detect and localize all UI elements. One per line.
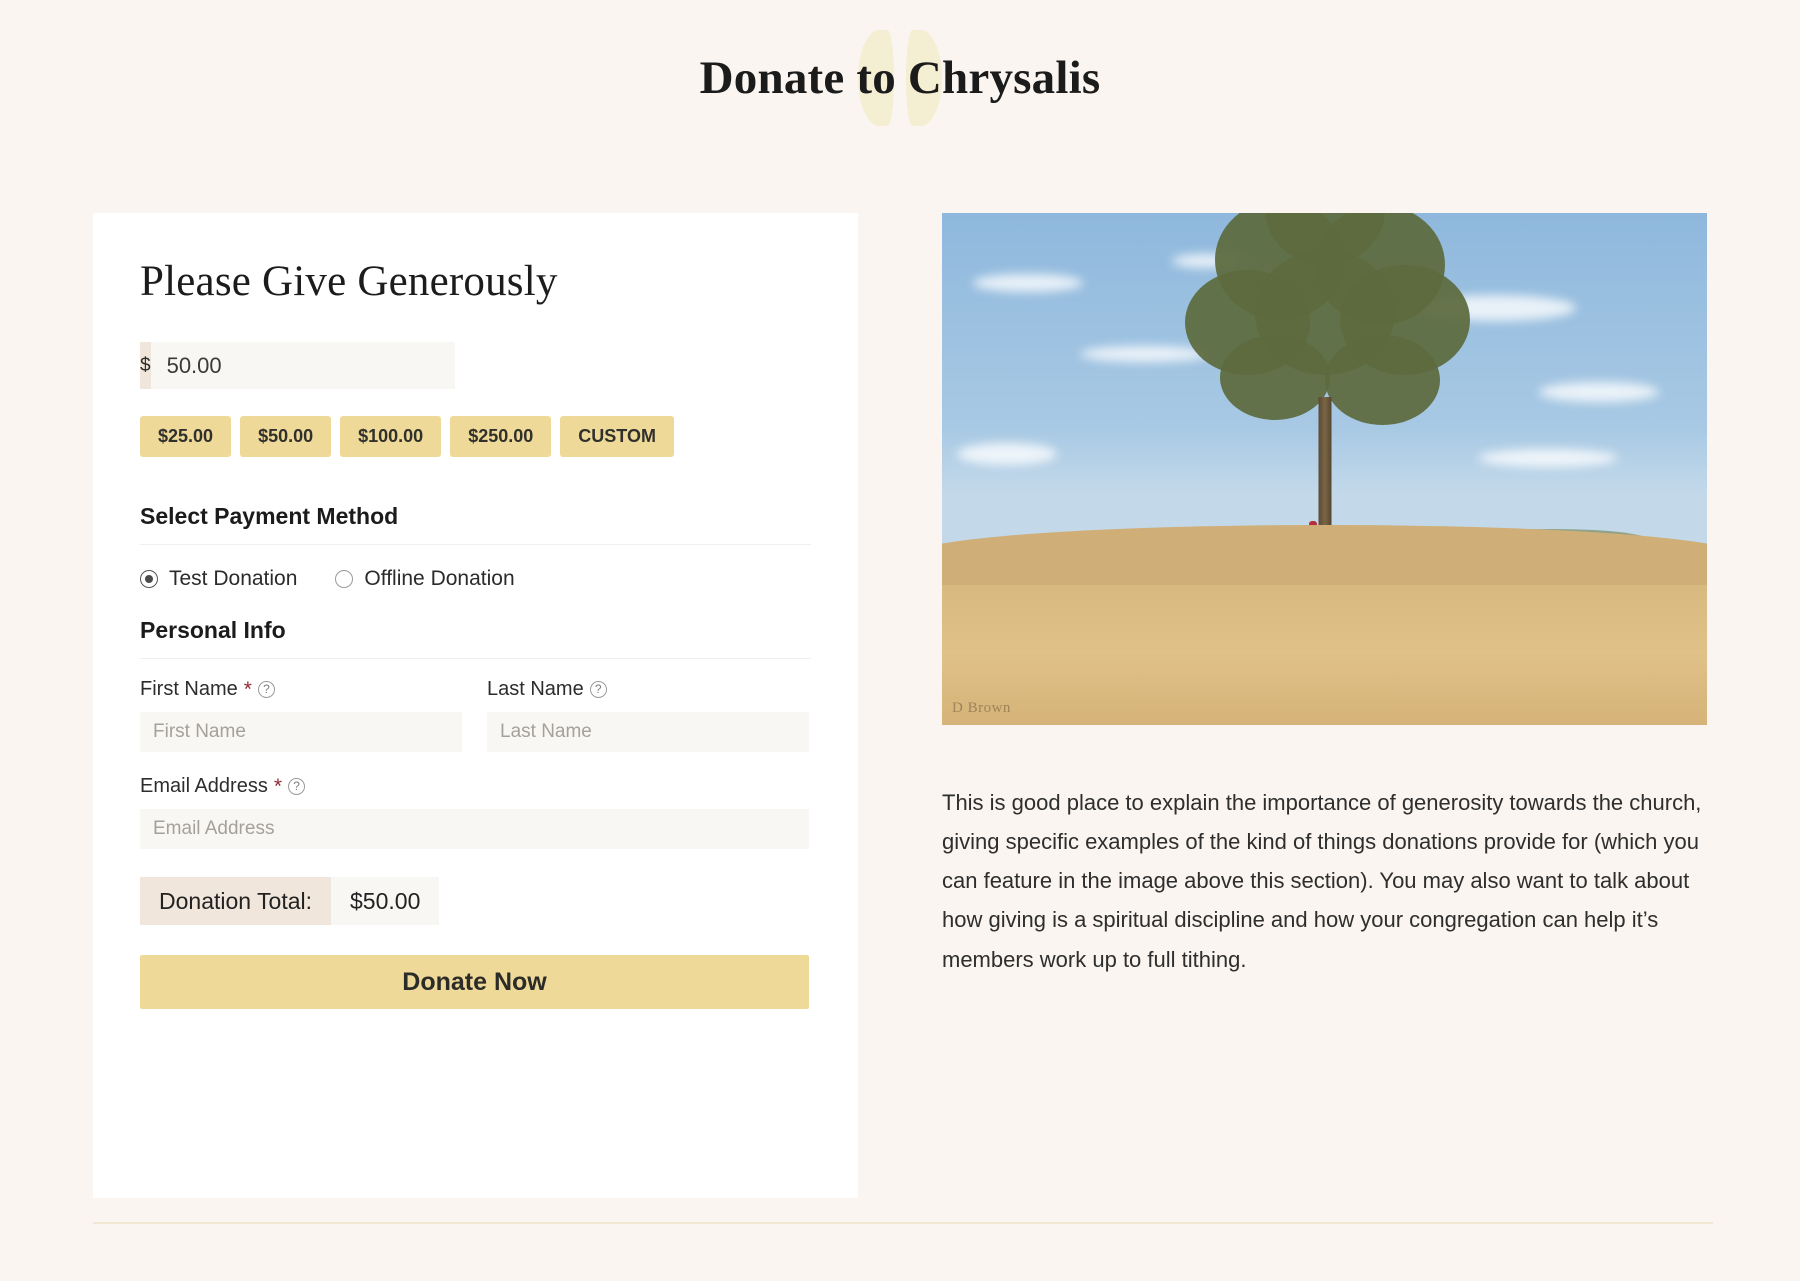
cloud-shape: [957, 443, 1058, 466]
payment-option-offline-donation[interactable]: Offline Donation: [335, 567, 515, 591]
preset-amount-custom[interactable]: CUSTOM: [560, 416, 674, 457]
required-indicator: *: [273, 774, 283, 798]
help-icon-last-name[interactable]: ?: [589, 680, 607, 698]
site-header: Donate to Chrysalis: [0, 0, 1800, 155]
donation-total-row: Donation Total: $50.00: [140, 877, 488, 925]
preset-amount-group: $25.00 $50.00 $100.00 $250.00 CUSTOM: [140, 416, 811, 457]
donation-amount-group: $: [140, 342, 455, 389]
last-name-label: Last Name: [487, 678, 584, 700]
donate-now-button[interactable]: Donate Now: [140, 955, 809, 1009]
radio-icon-offline-donation[interactable]: [335, 570, 354, 588]
last-name-field-group: Last Name ?: [487, 677, 809, 752]
donation-page: Donate to Chrysalis Please Give Generous…: [0, 0, 1800, 1281]
donation-form-card: Please Give Generously $ $25.00 $50.00 $…: [93, 213, 858, 1198]
hero-photo: D Brown: [942, 213, 1707, 725]
donation-total-label: Donation Total:: [140, 877, 332, 925]
payment-option-label: Offline Donation: [364, 567, 515, 590]
cloud-shape: [972, 274, 1083, 293]
email-label-row: Email Address * ?: [140, 774, 809, 798]
leaf-cluster: [1219, 335, 1330, 420]
personal-info-heading: Personal Info: [140, 617, 811, 659]
hero-column: D Brown This is good place to explain th…: [942, 213, 1707, 1198]
email-label: Email Address: [140, 775, 268, 797]
last-name-label-row: Last Name ?: [487, 677, 809, 701]
first-name-label-row: First Name * ?: [140, 677, 462, 701]
email-input[interactable]: [140, 809, 809, 849]
preset-amount-25[interactable]: $25.00: [140, 416, 232, 457]
email-field-group: Email Address * ?: [140, 774, 809, 849]
currency-symbol: $: [140, 342, 151, 389]
grass-field: [942, 525, 1707, 725]
photo-watermark: D Brown: [952, 700, 1011, 716]
main-content: Please Give Generously $ $25.00 $50.00 $…: [93, 213, 1713, 1198]
name-field-row: First Name * ? Last Name ?: [140, 677, 811, 752]
cloud-shape: [1477, 448, 1618, 467]
help-icon-email[interactable]: ?: [288, 777, 306, 795]
donation-form-title: Please Give Generously: [140, 258, 558, 305]
first-name-label: First Name: [140, 678, 238, 700]
preset-amount-250[interactable]: $250.00: [450, 416, 552, 457]
donation-amount-input[interactable]: [150, 342, 455, 389]
preset-amount-50[interactable]: $50.00: [240, 416, 332, 457]
leaf-cluster: [1324, 335, 1440, 425]
radio-icon-test-donation[interactable]: [140, 570, 158, 588]
first-name-input[interactable]: [140, 712, 462, 752]
first-name-field-group: First Name * ?: [140, 677, 462, 752]
preset-amount-100[interactable]: $100.00: [340, 416, 442, 457]
donation-total-value: $50.00: [331, 877, 440, 925]
header-inner: Donate to Chrysalis: [700, 23, 1101, 133]
payment-method-options: Test Donation Offline Donation: [140, 567, 811, 591]
required-indicator: *: [243, 677, 252, 701]
last-name-input[interactable]: [487, 712, 809, 752]
payment-method-heading: Select Payment Method: [140, 503, 811, 545]
payment-option-test-donation[interactable]: Test Donation: [140, 567, 297, 591]
footer-divider: [93, 1222, 1713, 1224]
page-title: Donate to Chrysalis: [699, 51, 1101, 104]
cloud-shape: [1538, 381, 1659, 402]
help-icon-first-name[interactable]: ?: [257, 680, 275, 698]
payment-option-label: Test Donation: [169, 567, 298, 590]
hero-description: This is good place to explain the import…: [942, 790, 1702, 972]
